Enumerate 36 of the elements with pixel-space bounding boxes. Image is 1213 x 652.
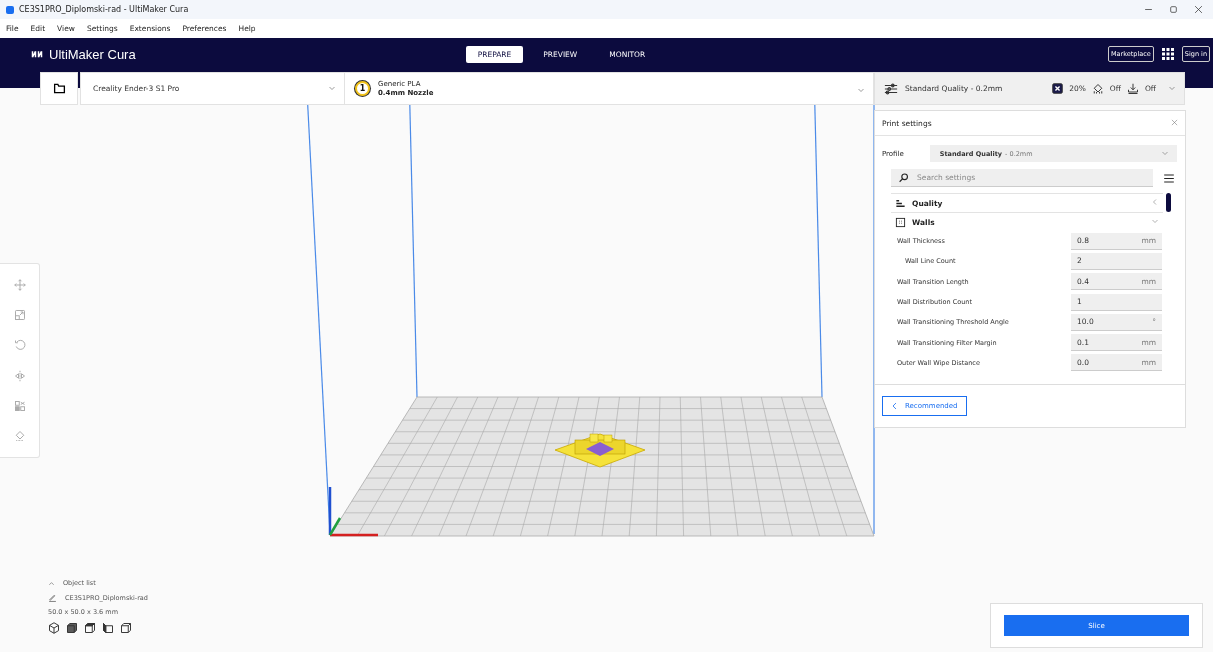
- view-top-button[interactable]: [84, 622, 96, 634]
- adhesion-icon: [1126, 82, 1139, 95]
- sliders-icon: [883, 81, 899, 96]
- close-icon: [1194, 5, 1203, 14]
- chevron-down-icon: [857, 86, 865, 94]
- chevron-left-icon: [891, 402, 899, 410]
- apps-grid-icon[interactable]: [1161, 48, 1174, 60]
- cube-front-icon: [66, 622, 78, 634]
- menu-icon: [1163, 172, 1175, 184]
- app-icon: [6, 5, 14, 14]
- cube-top-icon: [84, 622, 96, 634]
- cube-icon: [48, 622, 60, 634]
- chevron-down-icon: [1151, 217, 1159, 225]
- view-3d-button[interactable]: [48, 622, 60, 634]
- extruder-badge: 1: [355, 81, 370, 96]
- cube-left-icon: [102, 622, 114, 634]
- layers-icon: [895, 197, 906, 209]
- support-icon: [1091, 82, 1104, 95]
- infill-icon: [1052, 83, 1064, 94]
- maximize-icon: [1169, 5, 1178, 14]
- app-logo-text: UltiMaker Cura: [49, 47, 136, 62]
- view-right-button[interactable]: [120, 622, 132, 634]
- window-title: CE3S1PRO_Diplomski-rad - UltiMaker Cura: [19, 5, 189, 14]
- chevron-up-icon: [48, 579, 55, 587]
- pencil-icon: [48, 593, 57, 602]
- cube-right-icon: [120, 622, 132, 634]
- search-icon: [899, 172, 909, 183]
- chevron-left-icon: [1151, 198, 1159, 206]
- view-left-button[interactable]: [102, 622, 114, 634]
- close-icon: [1171, 119, 1178, 126]
- scrollbar-thumb[interactable]: [1166, 193, 1171, 212]
- grid-square-icon: [895, 216, 906, 228]
- open-file-button[interactable]: [40, 72, 78, 105]
- folder-icon: [51, 82, 67, 95]
- axis-drawing: [328, 487, 378, 537]
- view-front-button[interactable]: [66, 622, 78, 634]
